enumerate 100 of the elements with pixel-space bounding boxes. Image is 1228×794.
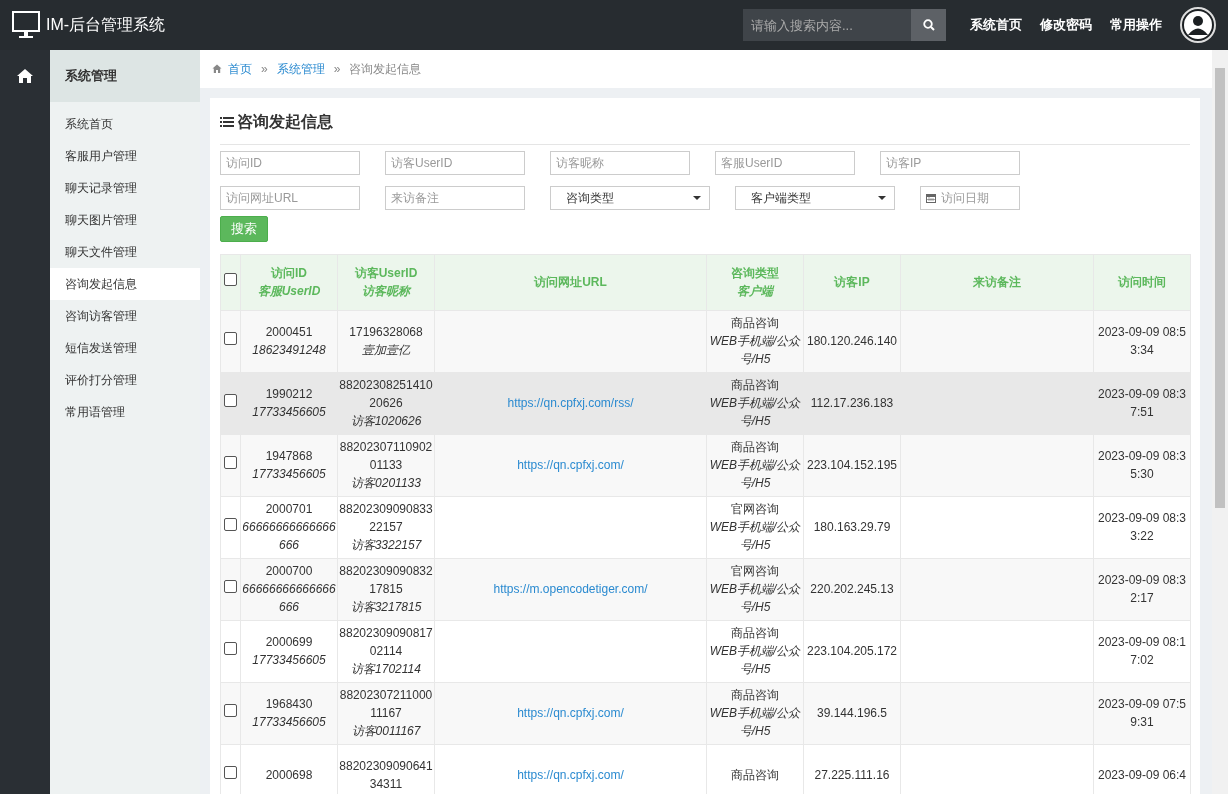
table-cell: 112.17.236.183 [810,396,894,410]
column-header: 访客IP [834,275,870,289]
select-field[interactable]: 咨询类型 [550,186,710,210]
url-link[interactable]: https://qn.cpfxj.com/ [517,458,624,472]
table-cell: 27.225.111.16 [814,768,890,782]
caret-icon [693,196,701,200]
sidebar-item[interactable]: 常用语管理 [50,396,200,428]
sidebar-item[interactable]: 咨询发起信息 [50,268,200,300]
breadcrumb-separator: » [261,61,268,78]
url-link[interactable]: https://qn.cpfxj.com/ [517,768,624,782]
column-header: 访问网址URL [534,275,607,289]
table-cell-text: 8820230711090201133 访客0201133 [339,439,433,492]
table-cell-text: 商品咨询 WEB手机端/公众号/H5 [708,377,802,430]
row-checkbox[interactable] [224,332,237,345]
table-cell-text: 8820230909083217815 访客3217815 [339,563,433,616]
table-cell-text: 官网咨询 WEB手机端/公众号/H5 [708,501,802,554]
column-header: 咨询类型 客户端 [730,265,780,300]
breadcrumb-separator: » [333,61,341,78]
row-checkbox[interactable] [224,766,237,779]
sidebar-item[interactable]: 客服用户管理 [50,140,200,172]
table-cell: 2023-09-09 06:4 [1097,768,1187,782]
table-cell-text: 官网咨询 WEB手机端/公众号/H5 [708,563,802,616]
column-header: 访问ID 客服UserID [256,265,322,300]
calendar-icon [926,193,936,203]
scrollbar[interactable] [1212,50,1228,794]
table-cell: 2023-09-09 08:32:17 [1097,573,1187,605]
url-link[interactable]: https://qn.cpfxj.com/ [517,706,624,720]
filter-field[interactable]: 访客昵称 [550,151,690,175]
avatar[interactable] [1180,7,1216,43]
filter-field[interactable]: 来访备注 [385,186,525,210]
sidebar-item[interactable]: 短信发送管理 [50,332,200,364]
breadcrumb-link[interactable]: 首页 [228,60,252,78]
table-cell-text: 8820230909081702114 访客1702114 [339,625,433,678]
sidebar-item[interactable]: 聊天图片管理 [50,204,200,236]
table-cell-text: 8820230909064134311 [339,758,433,793]
url-link[interactable]: https://m.opencodetiger.com/ [493,582,648,596]
monitor-icon [12,11,40,39]
search-field[interactable]: 请输入搜索内容... [743,9,911,41]
table-cell-text: 8820230909083322157 访客3322157 [339,501,433,554]
row-checkbox[interactable] [224,394,237,407]
sidebar-title: 系统管理 [50,50,200,102]
table-cell-text: 1947868 17733456605 [251,448,327,483]
table-cell-text: 商品咨询 WEB手机端/公众号/H5 [708,625,802,678]
table-cell: 2023-09-09 08:53:34 [1097,325,1187,357]
column-header: 来访备注 [973,275,1021,289]
table-cell: 2023-09-09 07:59:31 [1097,697,1187,729]
sidebar-item[interactable]: 聊天文件管理 [50,236,200,268]
nav-link[interactable]: 系统首页 [964,15,1022,35]
table-cell: 2023-09-09 08:35:30 [1097,449,1187,481]
search-icon [922,19,935,31]
table-cell: 39.144.196.5 [816,706,888,720]
row-checkbox[interactable] [224,704,237,717]
breadcrumb-link[interactable]: 系统管理 [276,60,325,78]
table-cell: 2023-09-09 08:37:51 [1097,387,1187,419]
row-checkbox[interactable] [224,456,237,469]
select-field[interactable]: 客户端类型 [735,186,895,210]
home-icon [212,64,222,74]
date-field[interactable]: 访问日期 [920,186,1020,210]
filter-field[interactable]: 客服UserID [715,151,855,175]
search-button[interactable] [911,9,946,41]
table-cell-text: 17196328068 壹加壹亿 [348,324,424,359]
table-cell: 223.104.205.172 [806,644,898,658]
table-cell: 2023-09-09 08:17:02 [1097,635,1187,667]
table-cell-text: 1990212 17733456605 [251,386,327,421]
table-cell-text: 2000698 [264,767,314,784]
table-cell: 2023-09-09 08:33:22 [1097,511,1187,543]
sidebar-item[interactable]: 聊天记录管理 [50,172,200,204]
table-cell: 180.120.246.140 [806,334,898,348]
select-all-checkbox[interactable] [224,273,237,286]
table-cell: 220.202.245.13 [810,582,894,596]
row-checkbox[interactable] [224,642,237,655]
sidebar-item[interactable]: 系统首页 [50,108,200,140]
home-icon[interactable] [16,68,34,84]
table-cell-text: 8820230721100011167 访客0011167 [339,687,433,740]
filter-field[interactable]: 访客UserID [385,151,525,175]
filter-field[interactable]: 访问ID [220,151,360,175]
breadcrumb-current: 咨询发起信息 [349,61,422,78]
table-cell-text: 2000451 18623491248 [251,324,327,359]
table-cell-text: 2000701 66666666666666666 [242,501,336,554]
filter-field[interactable]: 访问网址URL [220,186,360,210]
sidebar-item[interactable]: 评价打分管理 [50,364,200,396]
scrollbar-thumb[interactable] [1215,68,1225,508]
column-header: 访客UserID 访客昵称 [353,265,419,300]
nav-link[interactable]: 常用操作 [1110,15,1162,35]
filter-field[interactable]: 访客IP [880,151,1020,175]
row-checkbox[interactable] [224,518,237,531]
sidebar-item[interactable]: 咨询访客管理 [50,300,200,332]
table-cell-text: 商品咨询 WEB手机端/公众号/H5 [708,439,802,492]
user-silhouette-icon [1183,10,1213,40]
table-cell-text: 2000700 66666666666666666 [242,563,336,616]
table-cell-text: 商品咨询 WEB手机端/公众号/H5 [708,687,802,740]
table-cell-text: 8820230825141020626 访客1020626 [339,377,433,430]
nav-link[interactable]: 修改密码 [1040,15,1092,35]
column-header: 访问时间 [1118,275,1166,289]
table-cell: 223.104.152.195 [806,458,898,472]
table-cell-text: 2000699 17733456605 [251,634,327,669]
table-cell-text: 1968430 17733456605 [251,696,327,731]
panel-title: 咨询发起信息 [237,112,333,132]
row-checkbox[interactable] [224,580,237,593]
caret-icon [878,196,886,200]
